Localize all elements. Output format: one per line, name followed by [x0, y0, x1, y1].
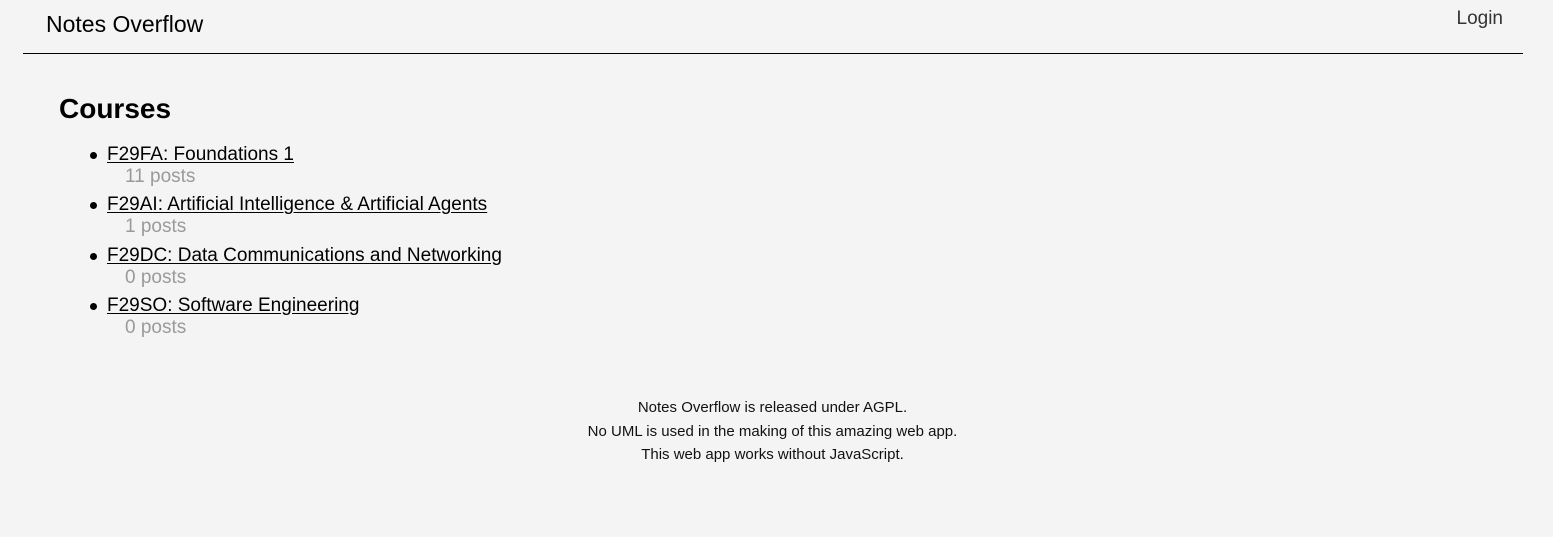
course-post-count: 11 posts [125, 166, 196, 187]
course-post-count: 0 posts [125, 266, 187, 288]
page-title: Courses [59, 93, 172, 124]
list-bullet [90, 302, 97, 310]
list-bullet [90, 152, 97, 159]
site-footer: Notes Overflow is released under AGPL. N… [0, 396, 1545, 467]
login-link[interactable]: Login [1457, 7, 1504, 31]
footer-license-text: Notes Overflow is released under AGPL. [637, 399, 908, 416]
course-item: F29DC: Data Communications and Networkin… [59, 245, 959, 295]
course-item: F29FA: Foundations 1 11 posts [59, 144, 959, 194]
courses-section: Courses F29FA: Foundations 1 11 posts F2… [59, 90, 959, 345]
course-link-f29so[interactable]: F29SO: Software Engineering [107, 295, 359, 317]
list-bullet [90, 202, 97, 210]
course-post-count: 1 posts [125, 216, 187, 238]
footer-uml-text: No UML is used in the making of this ama… [587, 422, 958, 440]
site-header: Notes Overflow Login [23, 0, 1523, 54]
course-item: F29SO: Software Engineering 0 posts [59, 295, 959, 345]
footer-javascript-text: This web app works without JavaScript. [641, 446, 904, 463]
course-list: F29FA: Foundations 1 11 posts F29AI: Art… [59, 144, 959, 345]
course-link-f29dc[interactable]: F29DC: Data Communications and Networkin… [107, 245, 502, 267]
list-bullet [90, 252, 97, 260]
course-post-count: 0 posts [125, 316, 187, 338]
course-link-f29fa[interactable]: F29FA: Foundations 1 [107, 144, 294, 166]
site-title-link[interactable]: Notes Overflow [46, 10, 203, 38]
course-link-f29ai[interactable]: F29AI: Artificial Intelligence & Artific… [107, 194, 487, 216]
course-item: F29AI: Artificial Intelligence & Artific… [59, 194, 959, 244]
